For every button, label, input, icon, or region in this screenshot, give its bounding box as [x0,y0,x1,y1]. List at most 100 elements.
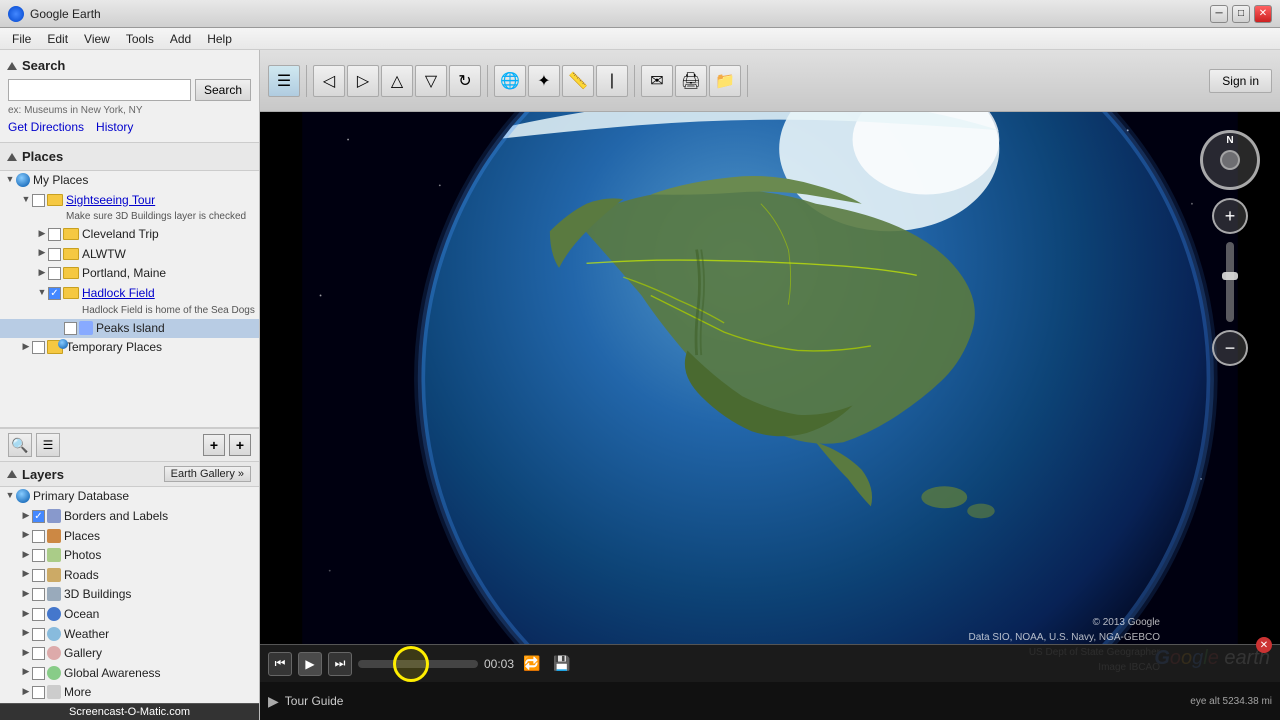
eye-altitude: eye alt 5234.38 mi [1190,682,1272,720]
list-item[interactable]: ▼ Sightseeing Tour Make sure 3D Building… [0,191,259,226]
checkbox-icon[interactable] [48,228,61,241]
list-item[interactable]: ▶ Photos [0,546,259,566]
checkbox-icon[interactable] [48,248,61,261]
list-item[interactable]: ▶ More [0,683,259,703]
street-view-button[interactable]: | [596,65,628,97]
checkbox-icon[interactable] [32,608,45,621]
move-right-button[interactable]: ▷ [347,65,379,97]
earth-gallery-button[interactable]: Earth Gallery » [164,466,251,482]
menu-tools[interactable]: Tools [118,30,162,48]
sidebar-toggle-button[interactable]: ☰ [268,65,300,97]
list-item[interactable]: ▶ Global Awareness [0,664,259,684]
list-item[interactable]: ▼ ✓ Hadlock Field Hadlock Field is home … [0,284,259,319]
checkbox-icon[interactable] [32,667,45,680]
tour-rewind-button[interactable]: ⏮ [268,652,292,676]
layer-icon [47,587,61,601]
map-area[interactable]: ☰ ◁ ▷ △ ▽ ↻ 🌐 ✦ 📏 | ✉ 🖨 📁 Sign in [260,50,1280,720]
menu-edit[interactable]: Edit [39,30,76,48]
screencast-text: Screencast-O-Matic.com [69,706,190,718]
checkbox-icon[interactable] [64,322,77,335]
move-left-button[interactable]: ◁ [313,65,345,97]
list-item[interactable]: ▶ Cleveland Trip [0,225,259,245]
tour-progress-bar[interactable] [358,660,478,668]
search-tool-button[interactable]: 🔍 [8,433,32,457]
checkbox-icon[interactable] [48,267,61,280]
list-item[interactable]: Peaks Island [0,319,259,339]
search-input-row: Search [8,79,251,101]
expand-arrow-icon: ▶ [36,266,48,278]
close-button[interactable]: ✕ [1254,5,1272,23]
tour-save-button[interactable]: 💾 [550,652,574,676]
tour-progress-handle[interactable] [393,646,429,682]
list-item[interactable]: ▶ Portland, Maine [0,264,259,284]
list-item[interactable]: ▼ Primary Database [0,487,259,507]
search-button[interactable]: Search [195,79,251,101]
checkbox-icon[interactable] [32,194,45,207]
checkbox-icon[interactable] [32,341,45,354]
search-hint: ex: Museums in New York, NY [8,105,251,116]
list-item[interactable]: ▶ 3D Buildings [0,585,259,605]
tour-close-button[interactable]: ✕ [1256,637,1272,653]
layer-icon [47,666,61,680]
places-section: Places ▼ My Places ▼ Sightseeing Tour [0,143,259,428]
list-tool-button[interactable]: ☰ [36,433,60,457]
zoom-out-button[interactable]: − [1212,330,1248,366]
list-item[interactable]: ▼ My Places [0,171,259,191]
drive-button[interactable]: 📁 [709,65,741,97]
expand-arrow-icon: ▶ [20,646,32,658]
tour-forward-button[interactable]: ⏭ [328,652,352,676]
globe-icon [16,173,30,187]
minimize-button[interactable]: ─ [1210,5,1228,23]
refresh-button[interactable]: 🌐 [494,65,526,97]
search-input[interactable] [8,79,191,101]
add-folder-button[interactable]: + [203,434,225,456]
maximize-button[interactable]: □ [1232,5,1250,23]
zoom-in-button[interactable]: + [1212,198,1248,234]
checkbox-icon[interactable] [32,686,45,699]
checkbox-icon[interactable] [32,549,45,562]
sky-button[interactable]: ✦ [528,65,560,97]
checkbox-icon[interactable] [32,530,45,543]
list-item[interactable]: ▶ Gallery [0,644,259,664]
tour-repeat-button[interactable]: 🔁 [520,652,544,676]
list-item[interactable]: ▶ ✓ Borders and Labels [0,507,259,527]
list-item[interactable]: ▶ Temporary Places [0,338,259,358]
email-group: ✉ 🖨 📁 [641,65,748,97]
places-layer-label: Places [64,529,100,545]
get-directions-link[interactable]: Get Directions [8,120,84,134]
menu-add[interactable]: Add [162,30,199,48]
move-up-button[interactable]: △ [381,65,413,97]
globe-icon [16,489,30,503]
hadlock-field-label[interactable]: Hadlock Field [82,286,155,300]
checkbox-icon[interactable] [32,588,45,601]
checkbox-icon[interactable] [32,569,45,582]
menu-help[interactable]: Help [199,30,240,48]
list-item[interactable]: ▶ Places [0,527,259,547]
tour-play-button[interactable]: ▶ [298,652,322,676]
checkbox-icon[interactable] [32,628,45,641]
add-item-button[interactable]: + [229,434,251,456]
checkbox-icon[interactable]: ✓ [48,287,61,300]
menu-view[interactable]: View [76,30,118,48]
sightseeing-tour-desc: Make sure 3D Buildings layer is checked [66,211,246,222]
print-button[interactable]: 🖨 [675,65,707,97]
zoom-slider[interactable] [1226,242,1234,322]
checkbox-icon[interactable] [32,647,45,660]
list-item[interactable]: ▶ ALWTW [0,245,259,265]
earth-view[interactable] [260,112,1280,644]
list-item[interactable]: ▶ Weather [0,625,259,645]
sign-in-button[interactable]: Sign in [1209,69,1272,93]
menu-file[interactable]: File [4,30,39,48]
compass-ring[interactable]: N [1200,130,1260,190]
list-item[interactable]: ▶ Ocean [0,605,259,625]
sightseeing-tour-label[interactable]: Sightseeing Tour [66,193,155,207]
list-item[interactable]: ▶ Roads [0,566,259,586]
zoom-slider-handle[interactable] [1222,272,1238,280]
email-button[interactable]: ✉ [641,65,673,97]
checkbox-icon[interactable]: ✓ [32,510,45,523]
move-down-button[interactable]: ▽ [415,65,447,97]
expand-arrow-icon: ▼ [20,193,32,205]
history-link[interactable]: History [96,120,133,134]
ruler-button[interactable]: 📏 [562,65,594,97]
rotate-button[interactable]: ↻ [449,65,481,97]
